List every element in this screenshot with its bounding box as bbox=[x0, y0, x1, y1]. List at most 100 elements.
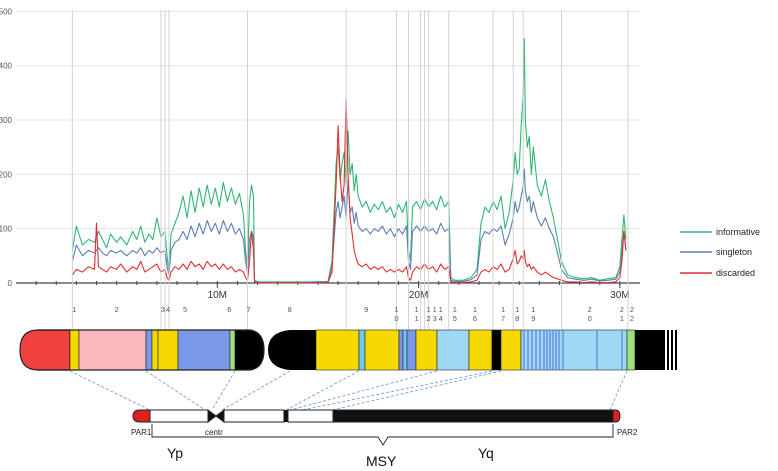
band-region-6 bbox=[177, 329, 231, 371]
msy-label: MSY bbox=[366, 453, 397, 469]
chromosome-band bbox=[19, 329, 677, 371]
band-region-12 bbox=[398, 329, 404, 371]
region-number-label: 8 bbox=[288, 305, 292, 314]
band-region-5 bbox=[157, 329, 179, 371]
band-region-19 bbox=[500, 329, 522, 371]
band-region-9 bbox=[315, 329, 360, 371]
region-number-label: 2 bbox=[630, 305, 634, 314]
region-number-label: 2 bbox=[115, 305, 119, 314]
band-par1 bbox=[19, 329, 71, 371]
series-line-informative bbox=[71, 38, 627, 283]
par1-label: PAR1 bbox=[131, 428, 152, 437]
par2-label: PAR2 bbox=[617, 428, 638, 437]
overview-centromere bbox=[207, 409, 225, 423]
band-region-2 bbox=[78, 329, 147, 371]
band-centromere-left bbox=[235, 330, 264, 370]
centromere-label: centr bbox=[205, 428, 223, 437]
overview-yq-euchromatin bbox=[287, 409, 334, 423]
overview-par2 bbox=[612, 409, 621, 423]
band-region-18 bbox=[491, 329, 502, 371]
region-number-label: 1 bbox=[501, 305, 505, 314]
chart-series bbox=[71, 38, 627, 284]
overview-par1 bbox=[132, 409, 151, 423]
y-axis: 0 100 200 300 400 500 bbox=[0, 7, 13, 288]
y-tick-label: 400 bbox=[0, 62, 13, 71]
legend-item-singleton: singleton bbox=[680, 247, 752, 257]
band-region-16 bbox=[436, 329, 470, 371]
overview-chromosome: PAR1 centr PAR2 Yp MSY Yq bbox=[131, 409, 638, 469]
region-number-label: 0 bbox=[394, 314, 398, 323]
region-number-label: 5 bbox=[453, 314, 457, 323]
region-number-label: 1 bbox=[531, 305, 535, 314]
band-region-7 bbox=[229, 329, 236, 371]
region-number-label: 5 bbox=[183, 305, 187, 314]
region-number-label: 0 bbox=[588, 314, 592, 323]
chromosome-coverage-figure: 0100200300400500 10M 20M 30M informative s… bbox=[0, 7, 760, 469]
band-region-4 bbox=[151, 329, 159, 371]
y-tick-label: 500 bbox=[0, 7, 13, 16]
overview-yq-band bbox=[284, 410, 288, 422]
region-number-label: 6 bbox=[227, 305, 231, 314]
region-number-label: 1 bbox=[453, 305, 457, 314]
band-region-10 bbox=[358, 329, 366, 371]
region-number-label: 9 bbox=[531, 314, 535, 323]
x-tick-label: 10M bbox=[208, 290, 227, 301]
region-number-label: 9 bbox=[364, 305, 368, 314]
region-number-label: 1 bbox=[439, 305, 443, 314]
region-number-label: 4 bbox=[439, 314, 443, 323]
region-number-label: 1 bbox=[515, 305, 519, 314]
region-number-label: 2 bbox=[588, 305, 592, 314]
region-number-label: 7 bbox=[246, 305, 250, 314]
region-number-label: 2 bbox=[620, 305, 624, 314]
region-number-label: 1 bbox=[433, 305, 437, 314]
band-region-17 bbox=[468, 329, 493, 371]
region-number-label: 2 bbox=[427, 314, 431, 323]
y-tick-label: 200 bbox=[0, 170, 13, 179]
band-region-21 bbox=[626, 329, 636, 371]
yq-arm-label: Yq bbox=[478, 445, 494, 461]
legend-item-discarded: discarded bbox=[680, 268, 755, 278]
legend-label-discarded: discarded bbox=[716, 268, 755, 278]
legend-label-singleton: singleton bbox=[716, 247, 752, 257]
band-region-15 bbox=[415, 329, 438, 371]
y-tick-label: 0 bbox=[8, 279, 13, 288]
chart-grid bbox=[16, 10, 640, 230]
region-number-label: 1 bbox=[72, 305, 76, 314]
overview-yq-proximal bbox=[223, 409, 285, 423]
x-tick-label: 30M bbox=[610, 290, 629, 301]
region-labels: 1 2 3 4 5 6 7 8 9 10111213141516171819202122 bbox=[72, 305, 634, 323]
zoom-connector-lines bbox=[69, 370, 628, 411]
y-tick-label: 100 bbox=[0, 225, 13, 234]
region-number-label: 1 bbox=[394, 305, 398, 314]
band-region-20 bbox=[520, 329, 628, 371]
y-tick-label: 300 bbox=[0, 116, 13, 125]
region-number-label: 1 bbox=[414, 314, 418, 323]
region-number-label: 2 bbox=[630, 314, 634, 323]
region-number-label: 1 bbox=[620, 314, 624, 323]
chart-legend: informative singleton discarded bbox=[680, 227, 760, 278]
band-end-stripes bbox=[667, 330, 677, 370]
region-number-label: 8 bbox=[515, 314, 519, 323]
region-number-label: 3 bbox=[433, 314, 437, 323]
legend-label-informative: informative bbox=[716, 227, 760, 237]
region-number-label: 4 bbox=[166, 305, 170, 314]
band-region-13 bbox=[402, 329, 408, 371]
region-number-label: 1 bbox=[473, 305, 477, 314]
overview-heterochromatin bbox=[332, 409, 614, 423]
region-number-label: 1 bbox=[427, 305, 431, 314]
band-region-22 bbox=[635, 330, 665, 370]
region-number-label: 7 bbox=[501, 314, 505, 323]
region-number-label: 1 bbox=[414, 305, 418, 314]
band-region-8 bbox=[268, 330, 316, 370]
region-number-label: 6 bbox=[473, 314, 477, 323]
region-number-label: 3 bbox=[161, 305, 165, 314]
x-tick-label: 20M bbox=[409, 290, 428, 301]
band-region-1 bbox=[69, 329, 80, 371]
legend-item-informative: informative bbox=[680, 227, 760, 237]
band-region-3 bbox=[145, 329, 153, 371]
yp-arm-label: Yp bbox=[167, 445, 183, 461]
x-axis: 10M 20M 30M bbox=[35, 281, 630, 301]
band-region-11 bbox=[364, 329, 400, 371]
overview-yp-euchromatin bbox=[149, 409, 209, 423]
band-region-14 bbox=[406, 329, 417, 371]
